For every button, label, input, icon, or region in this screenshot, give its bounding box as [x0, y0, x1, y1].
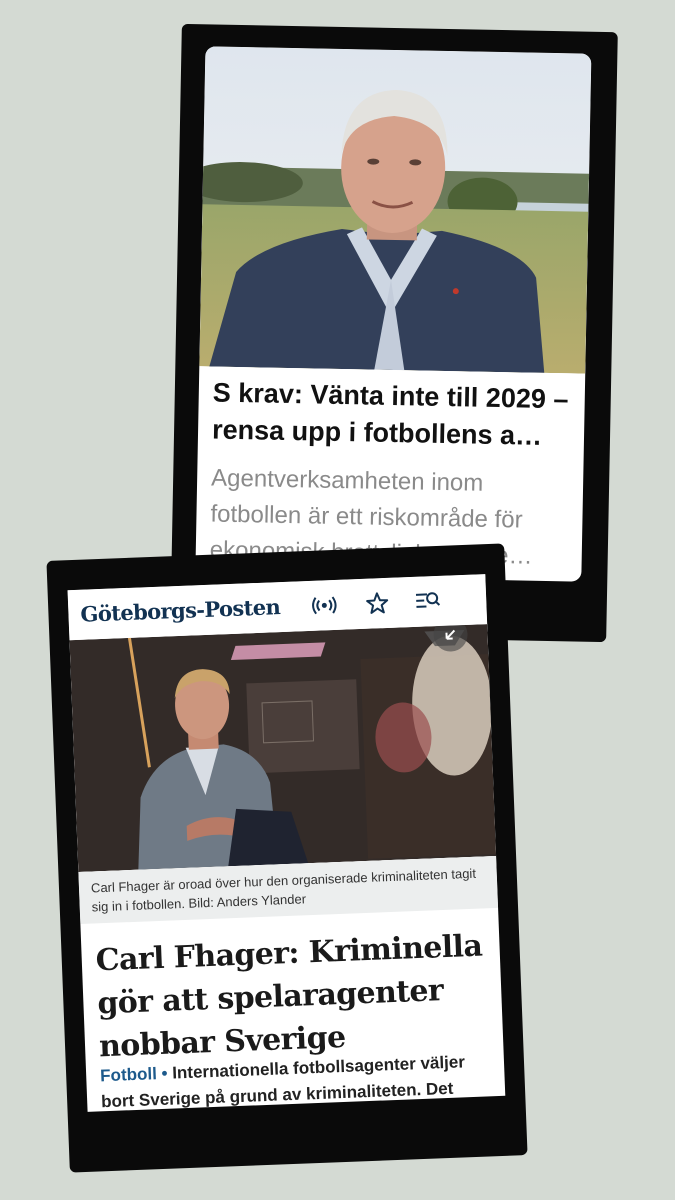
article-photo-top — [199, 46, 592, 374]
menu-search-icon[interactable] — [414, 588, 441, 615]
article-card-bottom[interactable]: Göteborgs-Posten Carl Fhager är oroad öv… — [46, 543, 528, 1173]
live-broadcast-icon[interactable] — [311, 592, 338, 619]
article-headline-top[interactable]: S krav: Vänta inte till 2029 – rensa upp… — [212, 375, 579, 456]
section-bullet: • — [161, 1063, 168, 1083]
article-headline-bottom[interactable]: Carl Fhager: Kriminella gör att spelarag… — [95, 924, 492, 1068]
gp-logo[interactable]: Göteborgs-Posten — [80, 594, 281, 627]
section-label[interactable]: Fotboll — [100, 1064, 157, 1085]
collapse-arrow-icon[interactable] — [433, 624, 468, 652]
article-screen-top: S krav: Vänta inte till 2029 – rensa upp… — [195, 46, 592, 582]
article-screen-bottom: Göteborgs-Posten Carl Fhager är oroad öv… — [67, 574, 506, 1112]
star-icon[interactable] — [364, 590, 391, 617]
article-photo-bottom — [69, 624, 497, 873]
